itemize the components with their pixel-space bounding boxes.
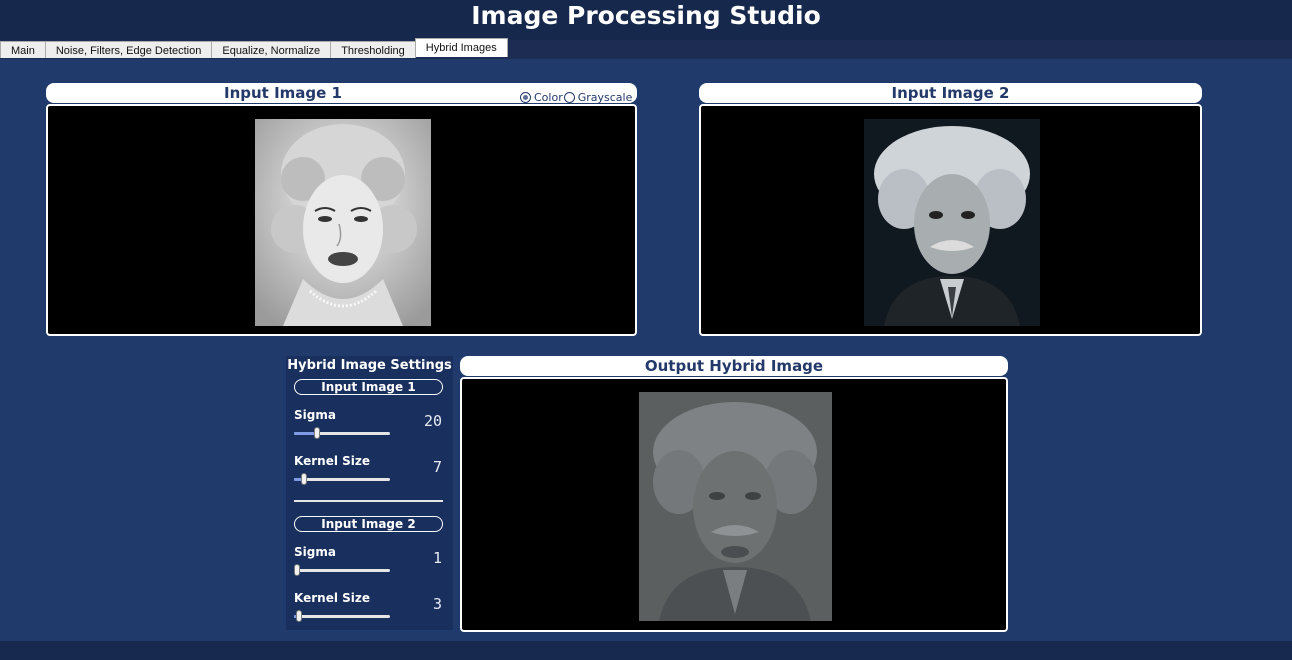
- input-image-2-header: Input Image 2: [699, 83, 1202, 103]
- input-image-2-title: Input Image 2: [891, 84, 1010, 102]
- input-image-1-section-label: Input Image 1: [294, 379, 443, 395]
- tab-noise-filters-edge[interactable]: Noise, Filters, Edge Detection: [44, 41, 213, 58]
- input-image-2-section-label: Input Image 2: [294, 516, 443, 532]
- portrait-photo-icon: [255, 119, 431, 326]
- slider-track: [294, 569, 390, 572]
- tab-hybrid-images[interactable]: Hybrid Images: [414, 38, 508, 57]
- settings-title: Hybrid Image Settings: [287, 358, 452, 373]
- slider-thumb[interactable]: [301, 473, 307, 485]
- slider-thumb[interactable]: [296, 610, 302, 622]
- sigma-2-label: Sigma: [294, 545, 336, 559]
- slider-thumb[interactable]: [294, 564, 300, 576]
- grayscale-radio[interactable]: [563, 92, 575, 103]
- kernel-1-value: 7: [432, 458, 442, 476]
- output-hybrid-header: Output Hybrid Image: [460, 356, 1008, 376]
- slider-track: [294, 478, 390, 481]
- title-bar: Image Processing Studio: [0, 0, 1292, 40]
- input-image-2-viewer[interactable]: [699, 104, 1202, 336]
- status-bar: [0, 641, 1292, 660]
- input-image-1-viewer[interactable]: [46, 104, 637, 336]
- sigma-1-label: Sigma: [294, 408, 336, 422]
- input-image-1-title: Input Image 1: [224, 84, 342, 102]
- app-title: Image Processing Studio: [471, 1, 821, 30]
- slider-thumb[interactable]: [314, 427, 320, 439]
- kernel-1-slider[interactable]: [294, 473, 390, 485]
- sigma-2-slider[interactable]: [294, 564, 390, 576]
- tab-bar: Main Noise, Filters, Edge Detection Equa…: [0, 38, 508, 59]
- sigma-1-value: 20: [423, 412, 442, 430]
- sigma-1-slider[interactable]: [294, 427, 390, 439]
- slider-track: [294, 615, 390, 618]
- output-hybrid-viewer[interactable]: [460, 377, 1008, 632]
- sigma-2-value: 1: [432, 549, 442, 567]
- input-image-1-header: Input Image 1 Color Grayscale: [46, 83, 637, 104]
- tab-equalize-normalize[interactable]: Equalize, Normalize: [211, 41, 332, 58]
- portrait-photo-icon: [864, 119, 1040, 326]
- kernel-2-slider[interactable]: [294, 610, 390, 622]
- kernel-2-value: 3: [432, 595, 442, 613]
- tab-main[interactable]: Main: [0, 41, 46, 58]
- hybrid-settings-panel: Hybrid Image Settings Input Image 1 Sigm…: [286, 356, 453, 630]
- hybrid-photo-icon: [639, 392, 832, 621]
- kernel-1-label: Kernel Size: [294, 454, 370, 468]
- output-hybrid-title: Output Hybrid Image: [644, 357, 824, 375]
- section-divider: [294, 500, 443, 502]
- kernel-2-label: Kernel Size: [294, 591, 370, 605]
- color-radio[interactable]: [520, 92, 531, 103]
- tab-thresholding[interactable]: Thresholding: [330, 41, 416, 58]
